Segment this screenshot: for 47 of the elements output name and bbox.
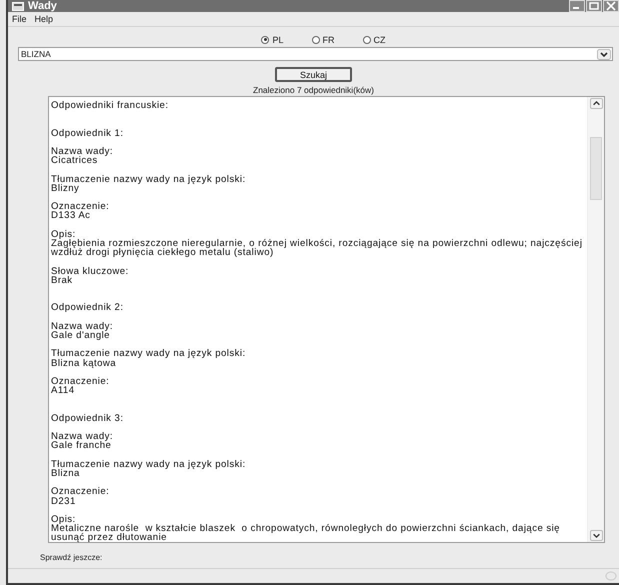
field-label: Tłumaczenie nazwy wady na język polski: (51, 349, 247, 359)
field-value: Blizna kątowa (51, 358, 116, 368)
scrollbar[interactable] (587, 97, 604, 542)
field-value: Metaliczne narośle w kształcie blaszek o chropowatych, równoległych do powierzchni ściankach, dające się usunąć przez dłutowanie (51, 524, 561, 542)
check-also-label: Sprawdź jeszcze: (40, 553, 102, 562)
scroll-down-icon[interactable] (590, 530, 602, 541)
field-value: Blizna (51, 468, 81, 478)
app-icon (12, 2, 24, 10)
minimize-icon[interactable] (569, 0, 585, 12)
language-radio[interactable]: FR (312, 34, 334, 45)
field-value: Gale franche (51, 441, 112, 451)
field-label: Opis: (51, 514, 76, 524)
maximize-icon[interactable] (586, 0, 602, 12)
field-label: Nazwa wady: (51, 322, 114, 331)
entry-heading: Odpowiednik 3: (51, 414, 124, 423)
result-count: Znaleziono 7 odpowiedniki(ków) (253, 85, 374, 95)
field-label: Tłumaczenie nazwy wady na język polski: (51, 460, 247, 469)
menu-item[interactable]: File (12, 14, 27, 24)
field-label: Opis: (51, 230, 76, 239)
scroll-up-icon[interactable] (590, 98, 602, 109)
entry-heading: Odpowiednik 1: (51, 128, 124, 138)
field-value: D231 (51, 496, 77, 506)
menu-item[interactable]: Help (34, 14, 54, 24)
search-combobox[interactable]: BLIZNA (18, 47, 613, 61)
field-value: A114 (51, 386, 76, 396)
close-icon[interactable] (603, 0, 619, 12)
field-label: Tłumaczenie nazwy wady na język polski: (51, 174, 247, 184)
entry-heading: Odpowiednik 2: (51, 303, 124, 313)
field-value: D133 Ac (51, 211, 92, 221)
field-value: Gale d'angle (51, 330, 110, 340)
results-heading: Odpowiedniki francuskie: (51, 101, 170, 110)
field-value: Cicatrices (51, 156, 98, 166)
language-radio[interactable]: CZ (362, 34, 386, 45)
field-label: Oznaczenie: (51, 376, 110, 386)
field-label: Nazwa wady: (51, 432, 114, 442)
field-label: Oznaczenie: (51, 487, 110, 497)
search-button[interactable]: Szukaj (275, 67, 352, 82)
field-value: Zagłębienia rozmieszczone nieregularnie, o różnej wielkości, rozciągające się na powierzchni odlewu; najczęściej wzdłuż drogi płynięcia ciekłego metalu (staliwo) (51, 238, 584, 258)
field-value: Blizny (51, 184, 80, 193)
language-radio[interactable]: PL (261, 34, 284, 45)
window-title: Wady (28, 0, 57, 12)
field-label: Oznaczenie: (51, 202, 110, 212)
dropdown-icon[interactable] (597, 48, 611, 60)
scroll-thumb[interactable] (590, 137, 602, 200)
field-value: Brak (51, 276, 74, 285)
field-label: Słowa kluczowe: (51, 266, 130, 276)
field-label: Nazwa wady: (51, 146, 114, 156)
